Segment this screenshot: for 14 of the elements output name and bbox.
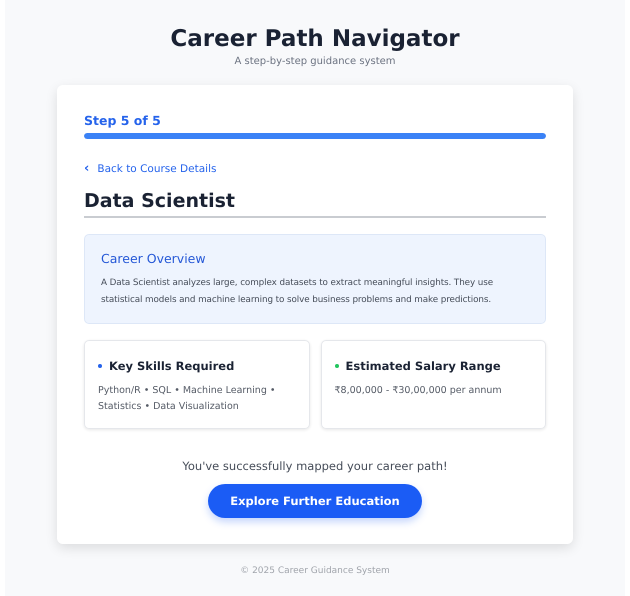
- info-card-title: Estimated Salary Range: [346, 359, 501, 373]
- explore-button[interactable]: Explore Further Education: [208, 484, 422, 518]
- overview-text: A Data Scientist analyzes large, complex datasets to extract meaningful insights. They use statistical models and machine learning to solve business problems and make predictions.: [101, 277, 494, 307]
- success-message: You've successfully mapped your career path!: [181, 459, 449, 473]
- step-label: Step 5 of 5: [84, 113, 162, 128]
- career-title: Data Scientist: [84, 190, 546, 218]
- info-card-title: Key Skills Required: [109, 359, 234, 373]
- app-title: Career Path Navigator: [170, 26, 460, 52]
- back-link[interactable]: ‹ Back to Course Details: [84, 161, 216, 176]
- overview-title: Career Overview: [101, 251, 207, 266]
- info-card-text: ₹8,00,000 - ₹30,00,000 per annum: [334, 384, 503, 398]
- info-card-text: Python/R • SQL • Machine Learning • Statistics • Data Visualization: [98, 384, 276, 414]
- app-subtitle: A step-by-step guidance system: [234, 56, 396, 67]
- footer-text: © 2025 Career Guidance System: [240, 566, 390, 576]
